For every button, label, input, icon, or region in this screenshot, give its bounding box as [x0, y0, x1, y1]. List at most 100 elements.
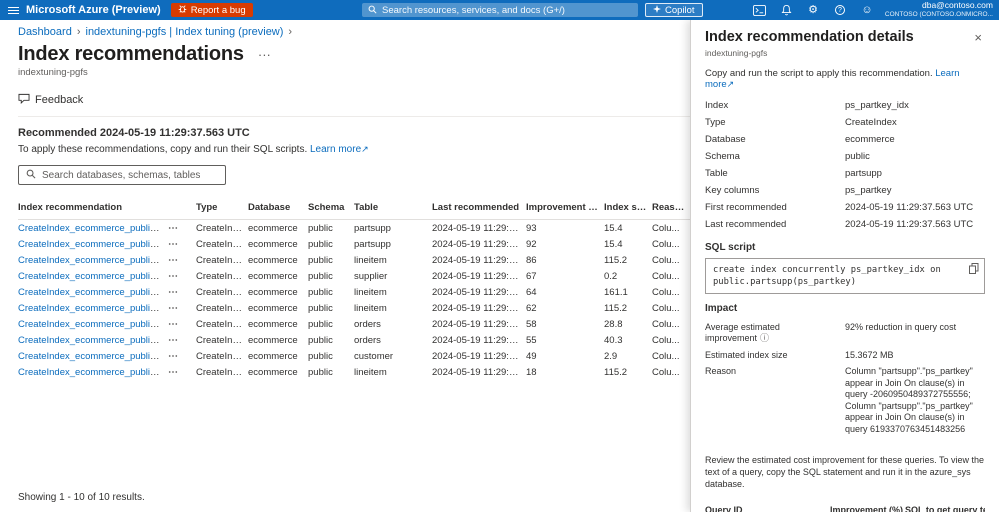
detail-field-row: Index ps_partkey_idx [705, 97, 985, 114]
recommendation-link[interactable]: CreateIndex_ecommerce_public_s_suppkey_i… [18, 271, 168, 282]
row-menu-icon[interactable]: ⋯ [168, 335, 179, 346]
cell-database: ecommerce [248, 350, 298, 362]
query-table-header: Query ID Improvement (%) SQL to get quer… [705, 501, 985, 512]
field-label: Key columns [705, 185, 760, 196]
cell-last-recommended: 2024-05-19 11:29:37.563 [432, 318, 526, 330]
cell-index-size: 161.1 [604, 286, 628, 298]
cell-index-size: 28.8 [604, 318, 623, 330]
help-icon[interactable]: ? [833, 3, 847, 17]
table-row: CreateIndex_ecommerce_public_o_orderkey_… [18, 316, 690, 332]
cell-last-recommended: 2024-05-19 11:29:37.563 [432, 270, 526, 282]
cell-reason: Colu... [652, 286, 680, 298]
cell-table: lineitem [354, 286, 387, 298]
cell-schema: public [308, 318, 333, 330]
row-menu-icon[interactable]: ⋯ [168, 239, 179, 250]
row-menu-icon[interactable]: ⋯ [168, 223, 179, 234]
row-menu-icon[interactable]: ⋯ [168, 255, 179, 266]
col-query-improvement[interactable]: Improvement (%) [830, 505, 905, 512]
hamburger-menu-icon[interactable] [0, 0, 26, 20]
global-search-input[interactable] [382, 4, 632, 16]
learn-more-link[interactable]: Learn more↗ [310, 144, 369, 155]
cell-type: CreateIndex [196, 334, 248, 346]
cell-reason: Colu... [652, 334, 680, 346]
cell-database: ecommerce [248, 286, 298, 298]
cloud-shell-icon[interactable] [752, 3, 766, 17]
cell-improvement: 93 [526, 222, 537, 234]
close-icon[interactable]: × [971, 29, 985, 46]
report-a-bug-button[interactable]: Report a bug [170, 3, 253, 17]
col-last-recommended[interactable]: Last recommended [432, 198, 526, 220]
cell-type: CreateIndex [196, 222, 248, 234]
table-header-row: Index recommendation Type Database Schem… [18, 198, 690, 220]
breadcrumb-dashboard[interactable]: Dashboard [18, 26, 72, 38]
field-label: Schema [705, 151, 740, 162]
recommendation-link[interactable]: CreateIndex_ecommerce_public_ps_suppkey_… [18, 223, 168, 234]
col-query-id[interactable]: Query ID [705, 505, 830, 512]
row-menu-icon[interactable]: ⋯ [168, 303, 179, 314]
col-index-recommendation[interactable]: Index recommendation [18, 198, 168, 220]
col-type[interactable]: Type [196, 198, 248, 220]
recommendation-link[interactable]: CreateIndex_ecommerce_public_o_orderkey_… [18, 319, 168, 330]
page-subtitle: indextuning-pgfs [18, 67, 88, 78]
detail-field-row: Schema public [705, 148, 985, 165]
recommendation-link[interactable]: CreateIndex_ecommerce_public_c_custkey_i… [18, 351, 168, 362]
account-menu[interactable]: dba@contoso.com CONTOSO (CONTOSO.ONMICRO… [885, 1, 993, 19]
cell-last-recommended: 2024-05-19 11:29:37.563 [432, 366, 526, 378]
col-schema[interactable]: Schema [308, 198, 354, 220]
page-title: Index recommendations [18, 43, 244, 65]
row-menu-icon[interactable]: ⋯ [168, 319, 179, 330]
bug-icon [178, 4, 187, 16]
cell-reason: Colu... [652, 366, 680, 378]
copilot-button[interactable]: Copilot [645, 3, 703, 17]
col-improvement[interactable]: Improvement (%)↑ [526, 198, 604, 220]
row-menu-icon[interactable]: ⋯ [168, 287, 179, 298]
cell-type: CreateIndex [196, 254, 248, 266]
cell-index-size: 0.2 [604, 270, 618, 282]
feedback-button[interactable]: Feedback [18, 93, 83, 107]
col-table[interactable]: Table [354, 198, 432, 220]
cell-table: partsupp [354, 222, 391, 234]
detail-field-row: Last recommended 2024-05-19 11:29:37.563… [705, 216, 985, 233]
external-link-icon: ↗ [361, 144, 369, 154]
cell-reason: Colu... [652, 302, 680, 314]
cell-schema: public [308, 254, 333, 266]
panel-subtitle: indextuning-pgfs [705, 48, 768, 58]
field-label: Database [705, 134, 746, 145]
recommendation-link[interactable]: CreateIndex_ecommerce_public_ps_partkey_… [18, 239, 168, 250]
recommendation-link[interactable]: CreateIndex_ecommerce_public_l_orderkey_… [18, 287, 168, 298]
row-menu-icon[interactable]: ⋯ [168, 367, 179, 378]
table-search[interactable] [18, 165, 226, 185]
recommendation-link[interactable]: CreateIndex_ecommerce_public_l_partkey_i… [18, 255, 168, 266]
copy-icon[interactable] [969, 263, 979, 274]
recommendation-link[interactable]: CreateIndex_ecommerce_public_l_orderkey_… [18, 303, 168, 314]
detail-field-row: First recommended 2024-05-19 11:29:37.56… [705, 199, 985, 216]
col-reason[interactable]: Reason [652, 198, 690, 220]
notifications-icon[interactable] [779, 3, 793, 17]
page-menu-ellipsis[interactable]: ··· [258, 47, 271, 62]
detail-field-row: Type CreateIndex [705, 114, 985, 131]
col-database[interactable]: Database [248, 198, 308, 220]
feedback-icon [18, 93, 30, 107]
row-menu-icon[interactable]: ⋯ [168, 271, 179, 282]
review-instructions: Review the estimated cost improvement fo… [705, 454, 984, 489]
recommendation-link[interactable]: CreateIndex_ecommerce_public_l_shipdate_… [18, 367, 168, 378]
global-search[interactable] [362, 3, 638, 17]
recommendation-link[interactable]: CreateIndex_ecommerce_public_o_custkey_o… [18, 335, 168, 346]
cell-table: orders [354, 334, 381, 346]
breadcrumb-index-tuning[interactable]: indextuning-pgfs | Index tuning (preview… [86, 26, 284, 38]
col-query-sql[interactable]: SQL to get query text [905, 505, 985, 512]
sql-script-header: SQL script [705, 242, 756, 253]
feedback-smiley-icon[interactable]: ☺ [860, 3, 874, 17]
info-icon[interactable]: ⓘ [760, 333, 769, 343]
row-menu-icon[interactable]: ⋯ [168, 351, 179, 362]
cell-reason: Colu... [652, 318, 680, 330]
cell-reason: Colu... [652, 222, 680, 234]
table-row: CreateIndex_ecommerce_public_l_partkey_i… [18, 252, 690, 268]
settings-icon[interactable]: ⚙ [806, 3, 820, 17]
portal-brand[interactable]: Microsoft Azure (Preview) [26, 4, 161, 16]
cell-last-recommended: 2024-05-19 11:29:37.563 [432, 286, 526, 298]
cell-index-size: 15.4 [604, 238, 623, 250]
field-label: Last recommended [705, 219, 787, 230]
table-search-input[interactable] [42, 169, 218, 181]
col-index-size[interactable]: Index size (MB) [604, 198, 652, 220]
